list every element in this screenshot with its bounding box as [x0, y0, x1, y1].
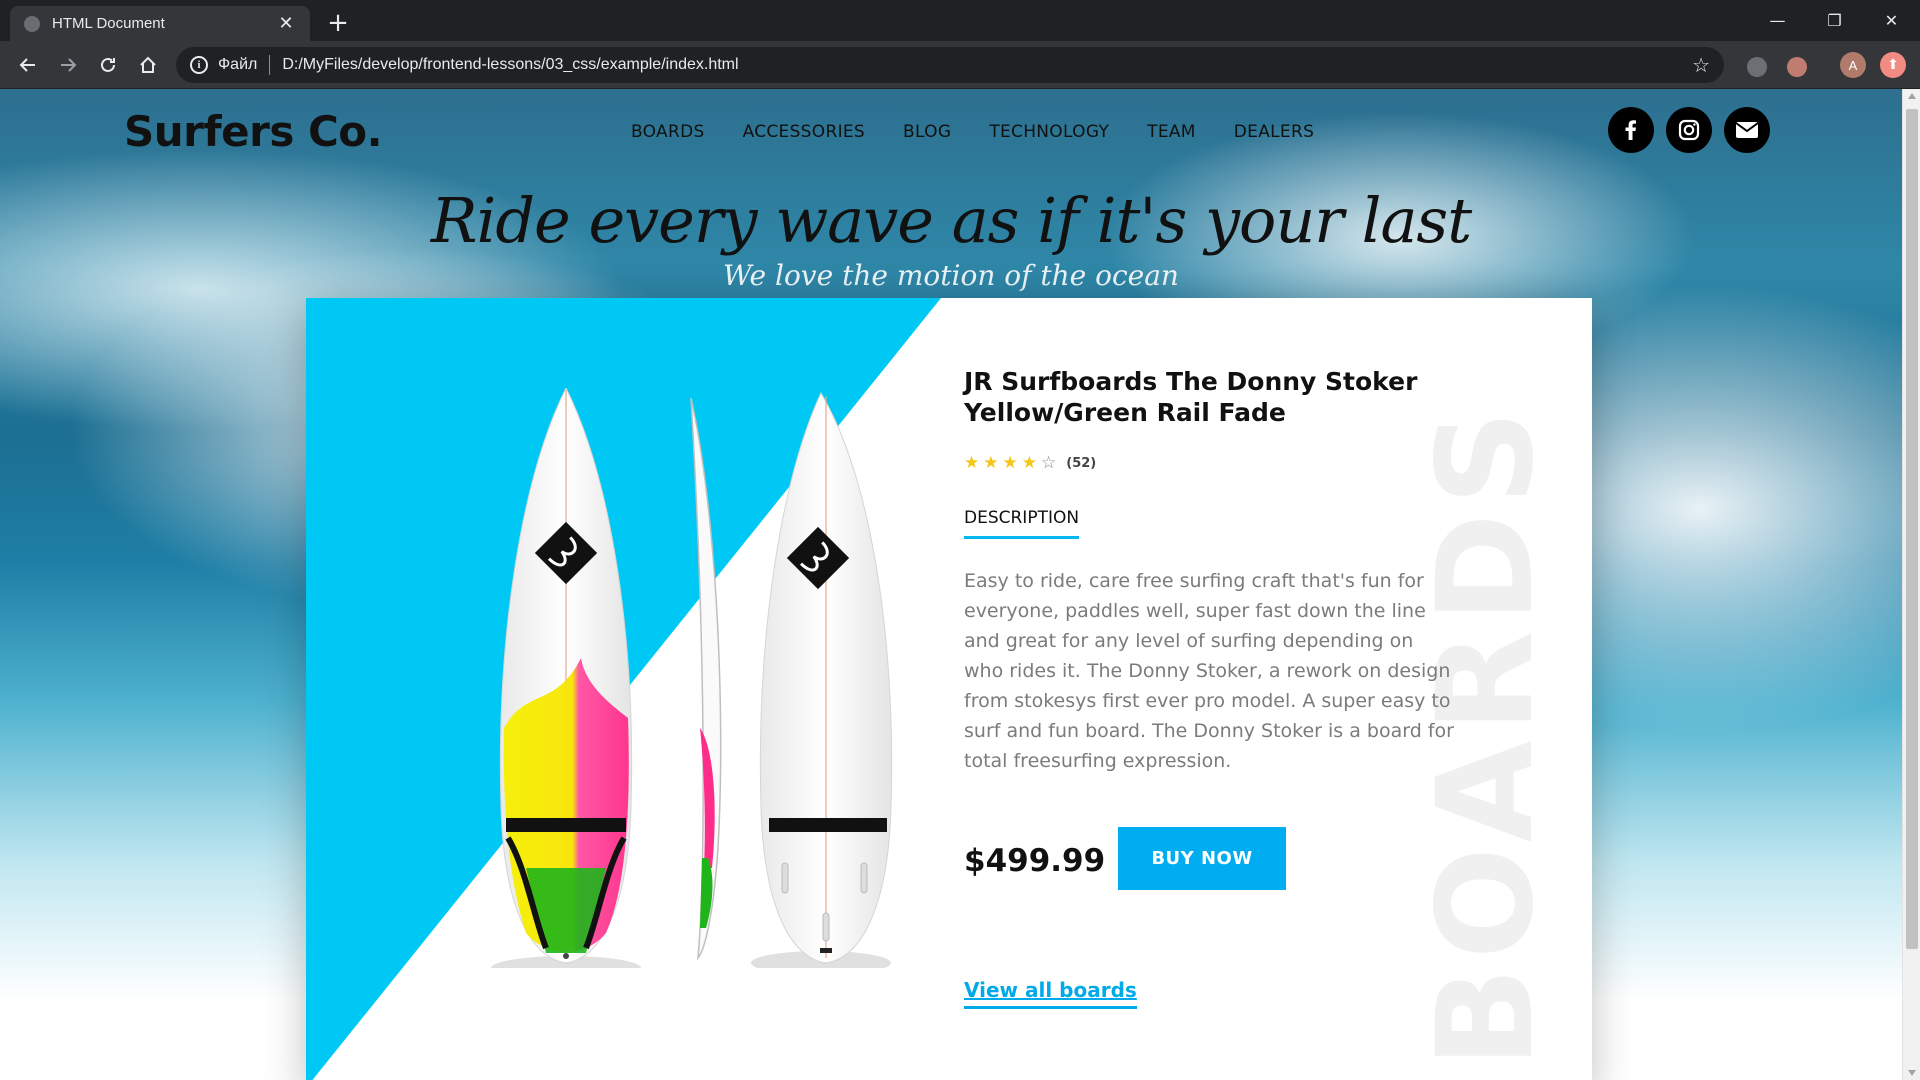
- social-links: [1608, 107, 1770, 153]
- address-bar[interactable]: i Файл D:/MyFiles/develop/frontend-lesso…: [176, 47, 1724, 83]
- main-nav: BOARDS ACCESSORIES BLOG TECHNOLOGY TEAM …: [631, 122, 1314, 142]
- globe-icon: [24, 15, 40, 32]
- nav-dealers[interactable]: DEALERS: [1234, 122, 1314, 142]
- close-window-button[interactable]: ✕: [1863, 0, 1920, 41]
- hero-title: Ride every wave as if it's your last: [430, 184, 1472, 257]
- scroll-down-arrow-icon[interactable]: [1908, 1070, 1916, 1076]
- reload-icon: [101, 57, 115, 72]
- home-button[interactable]: [132, 49, 164, 81]
- site-logo[interactable]: Surfers Co.: [124, 107, 383, 156]
- page-viewport: Surfers Co. BOARDS ACCESSORIES BLOG TECH…: [0, 89, 1902, 1080]
- url-scheme: Файл: [218, 56, 258, 73]
- back-button[interactable]: [12, 49, 44, 81]
- home-icon: [140, 56, 156, 73]
- omnibox-divider: [269, 55, 271, 75]
- star-filled-icon: ★: [964, 453, 980, 473]
- tab-title: HTML Document: [52, 15, 165, 32]
- star-empty-icon: ☆: [1041, 453, 1057, 473]
- nav-accessories[interactable]: ACCESSORIES: [743, 122, 865, 142]
- nav-team[interactable]: TEAM: [1147, 122, 1196, 142]
- window-controls: — ❐ ✕: [1749, 0, 1920, 41]
- browser-tabbar: HTML Document ✕ + — ❐ ✕: [0, 0, 1920, 41]
- close-tab-icon[interactable]: ✕: [276, 13, 296, 34]
- view-all-boards-link[interactable]: View all boards: [964, 978, 1137, 1009]
- surfboards-image: [491, 388, 893, 968]
- minimize-button[interactable]: —: [1749, 0, 1806, 41]
- product-price: $499.99: [964, 843, 1106, 879]
- buy-now-button[interactable]: BUY NOW: [1118, 827, 1286, 890]
- extension-paw-icon[interactable]: [1747, 57, 1767, 77]
- rating: ★ ★ ★ ★ ☆ (52): [964, 453, 1096, 473]
- star-filled-icon: ★: [1021, 453, 1037, 473]
- browser-menu-icon[interactable]: ⬆: [1880, 52, 1906, 78]
- rating-count: (52): [1066, 455, 1097, 471]
- arrow-right-icon: [61, 58, 77, 72]
- browser-toolbar: i Файл D:/MyFiles/develop/frontend-lesso…: [0, 41, 1920, 89]
- restore-button[interactable]: ❐: [1806, 0, 1863, 41]
- product-title: JR Surfboards The Donny Stoker Yellow/Gr…: [964, 367, 1418, 427]
- nav-blog[interactable]: BLOG: [903, 122, 951, 142]
- tab-description[interactable]: DESCRIPTION: [964, 508, 1080, 539]
- star-filled-icon: ★: [983, 453, 999, 473]
- profile-avatar[interactable]: A: [1840, 52, 1866, 78]
- star-filled-icon: ★: [1002, 453, 1018, 473]
- extension-icon[interactable]: [1787, 57, 1807, 77]
- new-tab-button[interactable]: +: [325, 8, 351, 38]
- mail-icon[interactable]: [1724, 107, 1770, 153]
- forward-button[interactable]: [52, 49, 84, 81]
- arrow-left-icon: [19, 58, 35, 72]
- url-text[interactable]: D:/MyFiles/develop/frontend-lessons/03_c…: [282, 56, 1692, 74]
- product-description: Easy to ride, care free surfing craft th…: [964, 570, 1454, 772]
- nav-boards[interactable]: BOARDS: [631, 122, 705, 142]
- scroll-up-arrow-icon[interactable]: [1908, 93, 1916, 99]
- browser-tab[interactable]: HTML Document ✕: [10, 6, 310, 41]
- info-icon[interactable]: i: [190, 56, 208, 74]
- bookmark-star-icon[interactable]: ☆: [1692, 53, 1710, 77]
- nav-technology[interactable]: TECHNOLOGY: [989, 122, 1109, 142]
- page-scrollbar[interactable]: [1902, 89, 1920, 1080]
- reload-button[interactable]: [92, 49, 124, 81]
- instagram-icon[interactable]: [1666, 107, 1712, 153]
- scroll-thumb[interactable]: [1906, 109, 1918, 949]
- product-card: BOARDS JR Surfboards The Donny Stoker Ye…: [306, 298, 1592, 1080]
- facebook-icon[interactable]: [1608, 107, 1654, 153]
- hero-subtitle: We love the motion of the ocean: [723, 259, 1179, 292]
